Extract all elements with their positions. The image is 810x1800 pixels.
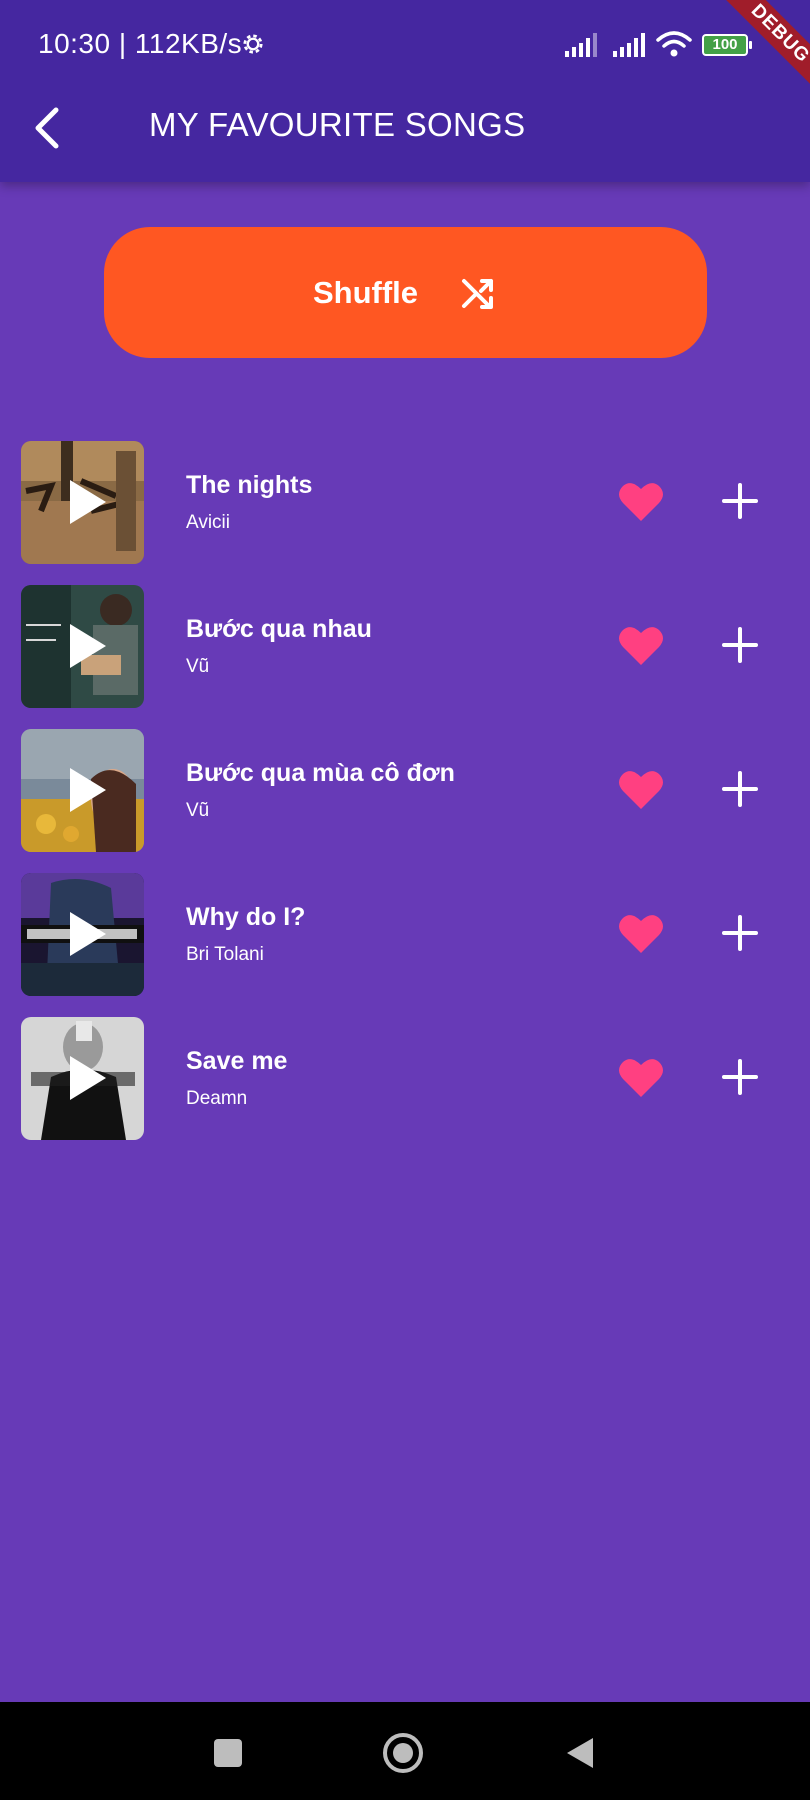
song-title: Bước qua nhau — [186, 615, 372, 643]
shuffle-button[interactable]: Shuffle — [104, 227, 707, 358]
song-artist: Deamn — [186, 1088, 248, 1109]
song-title: Bước qua mùa cô đơn — [186, 759, 455, 787]
album-cover[interactable] — [21, 729, 144, 852]
song-row[interactable]: The nights Avicii — [0, 441, 810, 585]
album-cover[interactable] — [21, 585, 144, 708]
system-nav-bar — [0, 1702, 810, 1800]
heart-icon[interactable] — [618, 913, 664, 955]
shuffle-label: Shuffle — [312, 274, 419, 310]
heart-icon[interactable] — [618, 1057, 664, 1099]
song-title: Why do I? — [186, 903, 306, 931]
song-title: The nights — [186, 471, 313, 499]
wifi-icon — [656, 31, 692, 57]
gear-icon — [243, 34, 263, 54]
song-row[interactable]: Bước qua nhau Vũ — [0, 585, 810, 729]
add-icon[interactable] — [720, 481, 760, 521]
heart-icon[interactable] — [618, 481, 664, 523]
play-icon — [70, 624, 106, 668]
song-artist: Vũ — [186, 656, 210, 677]
song-list: The nights Avicii Bước qua nhau Vũ Bước … — [0, 441, 810, 1161]
song-title: Save me — [186, 1047, 288, 1075]
status-time: 10:30 | 112KB/s — [38, 28, 243, 59]
play-icon — [70, 768, 106, 812]
add-icon[interactable] — [720, 769, 760, 809]
signal-icon — [613, 33, 645, 57]
song-artist: Bri Tolani — [186, 944, 264, 965]
heart-icon[interactable] — [618, 769, 664, 811]
play-icon — [70, 912, 106, 956]
album-cover[interactable] — [21, 441, 144, 564]
add-icon[interactable] — [720, 913, 760, 953]
add-icon[interactable] — [720, 1057, 760, 1097]
heart-icon[interactable] — [618, 625, 664, 667]
recents-icon[interactable] — [213, 1738, 243, 1768]
chevron-left-icon — [35, 107, 59, 149]
song-artist: Avicii — [186, 512, 230, 533]
album-cover[interactable] — [21, 873, 144, 996]
status-bar: 10:30 | 112KB/s 100 — [0, 0, 810, 92]
page-title: MY FAVOURITE SONGS — [149, 106, 526, 143]
app-bar: 10:30 | 112KB/s 100 MY FAVOURITE SONGS — [0, 0, 810, 182]
play-icon — [70, 1056, 106, 1100]
album-cover[interactable] — [21, 1017, 144, 1140]
song-row[interactable]: Save me Deamn — [0, 1017, 810, 1161]
home-icon[interactable] — [382, 1732, 424, 1774]
back-triangle-icon[interactable] — [565, 1736, 595, 1770]
signal-icon — [565, 33, 597, 57]
song-artist: Vũ — [186, 800, 210, 821]
battery-icon: 100 — [702, 34, 752, 56]
play-icon — [70, 480, 106, 524]
song-row[interactable]: Bước qua mùa cô đơn Vũ — [0, 729, 810, 873]
shuffle-icon — [462, 278, 494, 309]
back-button[interactable] — [22, 100, 72, 156]
song-row[interactable]: Why do I? Bri Tolani — [0, 873, 810, 1017]
add-icon[interactable] — [720, 625, 760, 665]
